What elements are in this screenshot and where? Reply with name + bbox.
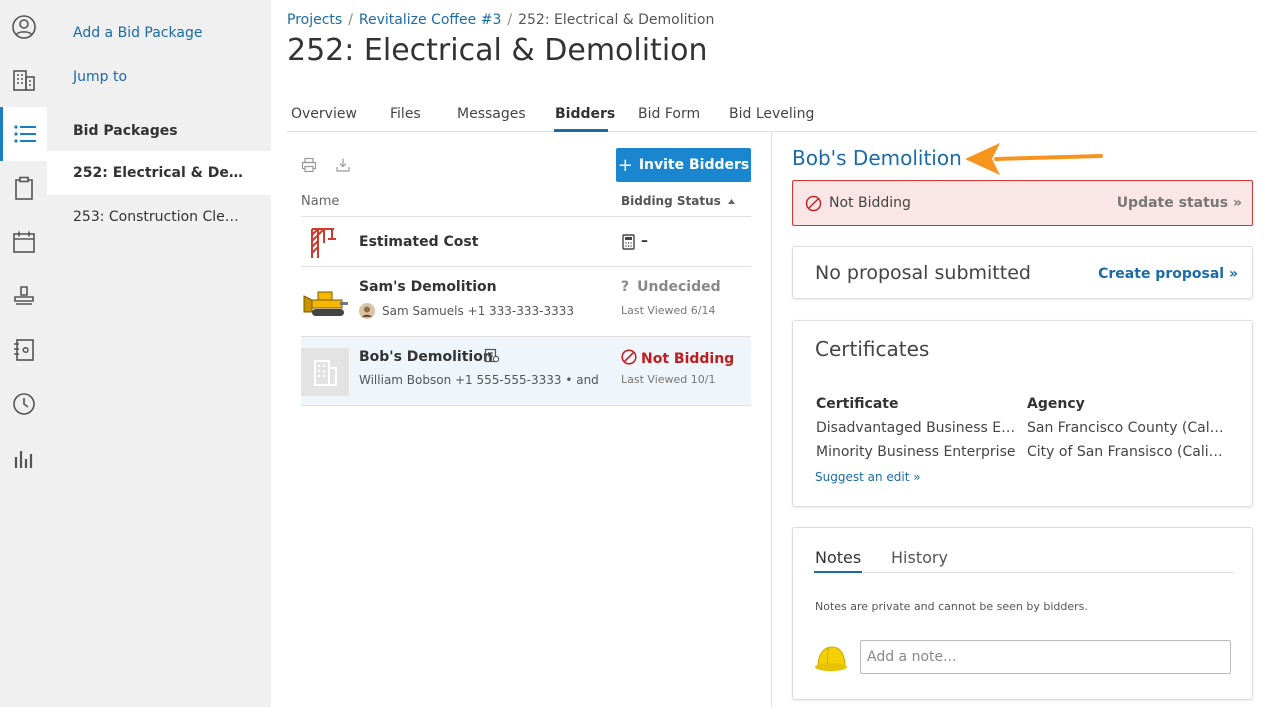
annotation-arrow-icon (965, 143, 1103, 175)
bid-package-sidebar: Add a Bid Package Jump to Bid Packages 2… (47, 0, 271, 707)
tab-notes[interactable]: Notes (815, 548, 861, 567)
certificates-card: Certificates Certificate Agency Disadvan… (792, 320, 1253, 507)
create-proposal-link[interactable]: Create proposal » (1098, 266, 1238, 282)
not-allowed-icon (805, 195, 822, 212)
proposal-status: No proposal submitted (815, 262, 1031, 284)
notes-card: Notes History Notes are private and cann… (792, 527, 1253, 700)
status-value: Undecided (637, 279, 721, 295)
jump-to-link[interactable]: Jump to (73, 69, 127, 85)
sidebar-item-label: 253: Construction Cleaning (73, 209, 245, 225)
bidder-detail-title[interactable]: Bob's Demolition (792, 146, 962, 170)
tab-bid-leveling[interactable]: Bid Leveling (729, 106, 814, 122)
clipboard-icon[interactable] (0, 161, 47, 215)
avatar (359, 303, 375, 319)
breadcrumb: Projects / Revitalize Coffee #3 / 252: Elect… (287, 12, 714, 28)
tab-bid-form[interactable]: Bid Form (638, 106, 700, 122)
column-bidding-status[interactable]: Bidding Status (621, 194, 736, 208)
breadcrumb-separator: / (348, 12, 353, 28)
last-viewed: Last Viewed 10/1 (621, 373, 716, 386)
divider (301, 405, 751, 406)
bid-packages-heading: Bid Packages (73, 123, 178, 139)
certificates-title: Certificates (815, 337, 930, 361)
bar-chart-icon[interactable] (0, 431, 47, 485)
agency-column-header: Agency (1027, 396, 1085, 412)
notes-privacy-text: Notes are private and cannot be seen by … (815, 600, 1088, 613)
tab-bar: Overview Files Messages Bidders Bid Form… (287, 100, 1257, 132)
not-allowed-icon (621, 349, 637, 365)
question-icon: ? (621, 279, 630, 295)
building-icon[interactable] (0, 53, 47, 107)
status-value: Not Bidding (641, 351, 735, 367)
breadcrumb-current: 252: Electrical & Demolition (518, 12, 715, 28)
add-note-input[interactable] (860, 640, 1231, 674)
page-title: 252: Electrical & Demolition (287, 33, 708, 68)
panel-divider (771, 132, 772, 707)
calendar-icon[interactable] (0, 215, 47, 269)
certificate-cell: Disadvantaged Business Enterprise (816, 420, 1016, 436)
sidebar-item-label: 252: Electrical & Demolition (73, 165, 245, 181)
breadcrumb-separator: / (507, 12, 513, 28)
tab-bidders[interactable]: Bidders (555, 106, 615, 122)
clock-icon[interactable] (0, 377, 47, 431)
bidder-name[interactable]: Sam's Demolition (359, 279, 497, 295)
breadcrumb-project[interactable]: Revitalize Coffee #3 (359, 12, 501, 28)
stamp-icon[interactable] (0, 269, 47, 323)
notebook-icon[interactable] (0, 323, 47, 377)
bid-status-text: Not Bidding (829, 195, 911, 211)
hard-hat-icon (815, 646, 847, 671)
table-row-selected[interactable] (301, 337, 751, 405)
last-viewed: Last Viewed 6/14 (621, 304, 716, 317)
agency-cell: San Francisco County (California) (1027, 420, 1227, 436)
print-icon[interactable] (301, 157, 317, 173)
column-bidding-status-label: Bidding Status (621, 194, 721, 208)
update-status-link[interactable]: Update status » (1117, 195, 1242, 211)
user-icon[interactable] (0, 0, 47, 54)
certificate-icon (484, 348, 500, 363)
active-tab-indicator (814, 571, 862, 573)
tab-history[interactable]: History (891, 548, 948, 567)
bidder-contact: William Bobson +1 555-555-3333 • and 1 … (359, 373, 599, 387)
sidebar-item-253[interactable]: 253: Construction Cleaning (47, 195, 271, 239)
proposal-card: No proposal submitted Create proposal » (792, 246, 1253, 299)
sort-up-icon (727, 199, 735, 204)
divider (814, 572, 1234, 573)
column-name[interactable]: Name (301, 194, 339, 209)
bidder-name[interactable]: Estimated Cost (359, 234, 478, 250)
bidder-contact: Sam Samuels +1 333-333-3333 (382, 304, 575, 318)
add-bid-package-link[interactable]: Add a Bid Package (73, 25, 202, 41)
status-value: – (641, 233, 648, 249)
invite-bidders-button[interactable]: + Invite Bidders (616, 148, 751, 182)
breadcrumb-projects[interactable]: Projects (287, 12, 342, 28)
bulldozer-icon (303, 291, 348, 316)
plus-icon: + (617, 154, 633, 176)
suggest-edit-link[interactable]: Suggest an edit » (815, 470, 921, 484)
divider (301, 266, 751, 267)
tab-messages[interactable]: Messages (457, 106, 526, 122)
status-not-bidding: Not Bidding (621, 349, 734, 367)
tab-files[interactable]: Files (390, 106, 421, 122)
certificate-cell: Minority Business Enterprise (816, 444, 1016, 460)
certificate-column-header: Certificate (816, 396, 899, 412)
crane-icon (311, 228, 336, 258)
active-tab-indicator (554, 129, 608, 132)
list-icon[interactable] (0, 107, 47, 161)
calculator-icon (622, 234, 635, 250)
agency-cell: City of San Fransisco (California) (1027, 444, 1227, 460)
status-undecided: ? Undecided (621, 279, 721, 295)
icon-rail (0, 0, 47, 707)
sidebar-item-252[interactable]: 252: Electrical & Demolition (47, 151, 271, 195)
invite-bidders-label: Invite Bidders (638, 157, 750, 173)
building-placeholder-icon (301, 348, 349, 396)
bidder-name[interactable]: Bob's Demolition (359, 349, 493, 365)
download-icon[interactable] (335, 157, 351, 173)
divider (301, 216, 751, 217)
bid-status-banner: Not Bidding Update status » (792, 180, 1253, 226)
tab-overview[interactable]: Overview (291, 106, 357, 122)
